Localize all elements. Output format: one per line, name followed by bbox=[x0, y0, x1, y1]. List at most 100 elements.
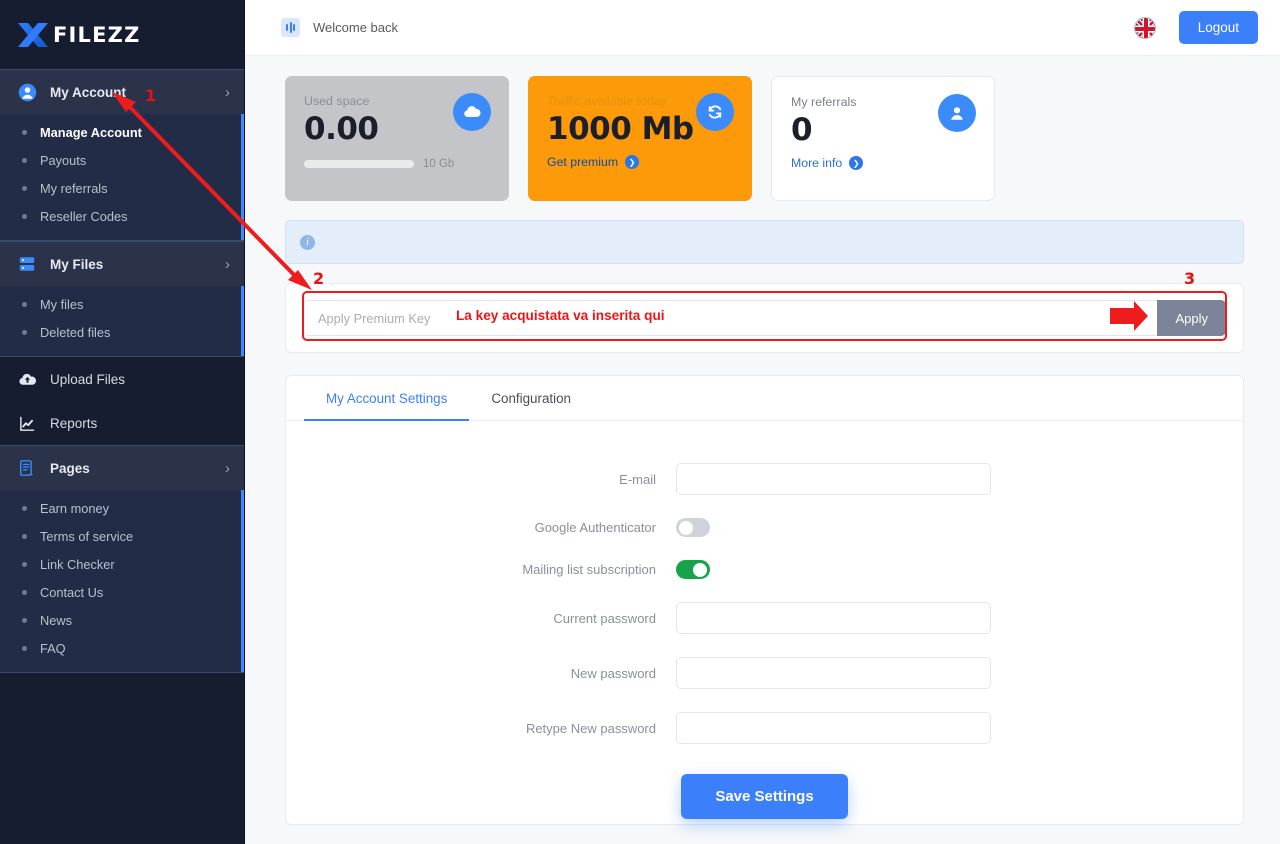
email-label: E-mail bbox=[619, 471, 656, 487]
bullet-icon bbox=[22, 301, 27, 307]
sidebar-item-upload-files[interactable]: Upload Files bbox=[0, 357, 244, 401]
sidebar-subitem-label: FAQ bbox=[40, 640, 66, 656]
tab-my-account-settings[interactable]: My Account Settings bbox=[304, 376, 470, 421]
sidebar: FILEZZ My Account › Manage Account Payou… bbox=[0, 0, 245, 844]
sidebar-subitem-label: My referrals bbox=[40, 180, 108, 196]
logout-button[interactable]: Logout bbox=[1178, 11, 1258, 44]
sidebar-subitem-label: Terms of service bbox=[40, 528, 134, 544]
current-password-label: Current password bbox=[553, 610, 656, 626]
used-space-progress-row: 10 Gb bbox=[304, 158, 490, 170]
sidebar-subitem-label: Link Checker bbox=[40, 556, 115, 572]
sidebar-sublist-my-account: Manage Account Payouts My referrals Rese… bbox=[0, 114, 244, 240]
sidebar-item-faq[interactable]: FAQ bbox=[0, 634, 244, 662]
form-row-current-password: Current password bbox=[286, 602, 1243, 634]
stat-card-referrals: My referrals 0 More info ❯ bbox=[771, 76, 995, 201]
sidebar-item-label: My Account bbox=[50, 84, 127, 100]
top-bar: Welcome back Logout bbox=[245, 0, 1280, 56]
sidebar-subitem-label: Earn money bbox=[40, 500, 109, 516]
cloud-icon bbox=[453, 93, 491, 131]
account-settings-form: E-mail Google Authenticator Mailing list… bbox=[286, 421, 1243, 819]
current-password-field[interactable] bbox=[676, 602, 991, 634]
new-password-field[interactable] bbox=[676, 657, 991, 689]
welcome-text: Welcome back bbox=[313, 20, 399, 35]
sidebar-item-reports[interactable]: Reports bbox=[0, 401, 244, 445]
sidebar-nav: My Account › Manage Account Payouts My r… bbox=[0, 69, 244, 673]
sidebar-item-my-account[interactable]: My Account › bbox=[0, 70, 244, 114]
document-icon bbox=[16, 457, 38, 479]
new-password-label: New password bbox=[570, 665, 656, 681]
sidebar-item-deleted-files[interactable]: Deleted files bbox=[0, 318, 244, 346]
bullet-icon bbox=[22, 533, 27, 539]
chevron-right-icon: › bbox=[225, 255, 230, 273]
equalizer-icon bbox=[281, 18, 300, 37]
apply-button[interactable]: Apply bbox=[1157, 300, 1226, 336]
sidebar-item-pages[interactable]: Pages › bbox=[0, 446, 244, 490]
chevron-right-circle-icon: ❯ bbox=[625, 155, 640, 170]
bullet-icon bbox=[22, 645, 27, 651]
brand-logo[interactable]: FILEZZ bbox=[0, 0, 244, 69]
account-settings-card: My Account Settings Configuration E-mail… bbox=[285, 375, 1244, 825]
google-authenticator-label: Google Authenticator bbox=[534, 520, 656, 535]
form-row-google-authenticator: Google Authenticator bbox=[286, 518, 1243, 537]
sidebar-subitem-label: Deleted files bbox=[40, 324, 111, 340]
sidebar-sublist-pages: Earn money Terms of service Link Checker… bbox=[0, 490, 244, 672]
form-row-retype-password: Retype New password bbox=[286, 712, 1243, 744]
sidebar-item-terms-of-service[interactable]: Terms of service bbox=[0, 522, 244, 550]
stat-cards: Used space 0.00 10 Gb Traffic available … bbox=[285, 76, 1244, 201]
bullet-icon bbox=[22, 561, 27, 567]
bullet-icon bbox=[22, 617, 27, 623]
stat-card-traffic: Traffic available today 1000 Mb Get prem… bbox=[528, 76, 752, 201]
uk-flag-icon[interactable] bbox=[1133, 16, 1156, 39]
info-notice-bar: i bbox=[285, 220, 1244, 264]
save-settings-row: Save Settings bbox=[286, 774, 1243, 819]
sidebar-subitem-label: Contact Us bbox=[40, 584, 104, 600]
sidebar-item-label: My Files bbox=[50, 256, 104, 272]
form-row-email: E-mail bbox=[286, 463, 1243, 495]
welcome-block: Welcome back bbox=[281, 18, 398, 37]
sidebar-item-link-checker[interactable]: Link Checker bbox=[0, 550, 244, 578]
refresh-icon bbox=[696, 93, 734, 131]
retype-password-label: Retype New password bbox=[525, 720, 656, 736]
sidebar-item-reseller-codes[interactable]: Reseller Codes bbox=[0, 202, 244, 230]
retype-password-field[interactable] bbox=[676, 712, 991, 744]
brand-x-icon bbox=[18, 22, 48, 47]
sidebar-item-my-files-child[interactable]: My files bbox=[0, 290, 244, 318]
get-premium-label: Get premium bbox=[547, 155, 619, 170]
sidebar-group-my-account: My Account › Manage Account Payouts My r… bbox=[0, 69, 244, 241]
toggle-knob bbox=[679, 520, 693, 535]
chevron-right-circle-icon: ❯ bbox=[849, 156, 864, 171]
premium-key-row: Apply bbox=[303, 300, 1226, 336]
tab-configuration[interactable]: Configuration bbox=[469, 376, 593, 421]
storage-capacity: 10 Gb bbox=[423, 158, 455, 171]
get-premium-link[interactable]: Get premium ❯ bbox=[547, 155, 733, 170]
sidebar-item-news[interactable]: News bbox=[0, 606, 244, 634]
more-info-link[interactable]: More info ❯ bbox=[791, 156, 975, 171]
mailing-list-toggle[interactable] bbox=[676, 560, 710, 579]
save-settings-button[interactable]: Save Settings bbox=[681, 774, 848, 819]
sidebar-item-payouts[interactable]: Payouts bbox=[0, 146, 244, 174]
cloud-upload-icon bbox=[16, 368, 38, 390]
sidebar-item-my-referrals[interactable]: My referrals bbox=[0, 174, 244, 202]
sidebar-item-manage-account[interactable]: Manage Account bbox=[0, 118, 244, 146]
premium-key-panel: Apply La key acquistata va inserita qui bbox=[285, 283, 1244, 353]
sidebar-item-label: Reports bbox=[50, 415, 98, 431]
mailing-list-label: Mailing list subscription bbox=[522, 562, 656, 577]
chevron-right-icon: › bbox=[225, 459, 230, 477]
bullet-icon bbox=[22, 185, 27, 191]
email-field[interactable] bbox=[676, 463, 991, 495]
sidebar-item-my-files[interactable]: My Files › bbox=[0, 242, 244, 286]
bullet-icon bbox=[22, 129, 27, 135]
sidebar-item-contact-us[interactable]: Contact Us bbox=[0, 578, 244, 606]
google-authenticator-toggle[interactable] bbox=[676, 518, 710, 537]
sidebar-group-my-files: My Files › My files Deleted files bbox=[0, 241, 244, 357]
brand-name: FILEZZ bbox=[53, 22, 141, 47]
toggle-knob bbox=[693, 562, 707, 577]
bullet-icon bbox=[22, 505, 27, 511]
sidebar-subitem-label: My files bbox=[40, 296, 84, 312]
sidebar-group-pages: Pages › Earn money Terms of service Link… bbox=[0, 445, 244, 673]
sidebar-item-earn-money[interactable]: Earn money bbox=[0, 494, 244, 522]
used-space-progress-bar bbox=[304, 160, 414, 169]
premium-key-input[interactable] bbox=[303, 300, 1158, 336]
sidebar-subitem-label: Payouts bbox=[40, 152, 87, 168]
chevron-right-icon: › bbox=[225, 83, 230, 101]
